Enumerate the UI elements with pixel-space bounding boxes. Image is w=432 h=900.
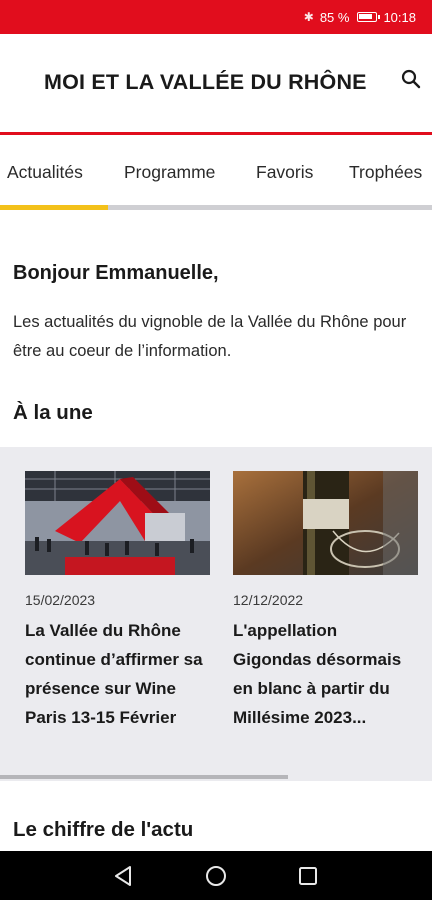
- bluetooth-icon: ✱: [303, 10, 314, 24]
- intro-text: Les actualités du vignoble de la Vallée …: [13, 313, 407, 360]
- news-carousel[interactable]: 15/02/2023 La Vallée du Rhône continue d…: [0, 447, 432, 781]
- clock: 10:18: [383, 9, 416, 25]
- trade-fair-stand-photo: [25, 471, 210, 575]
- system-nav-bar: [0, 851, 432, 900]
- tab-active-indicator: [0, 205, 108, 210]
- tab-favoris[interactable]: Favoris: [256, 162, 313, 183]
- battery-icon: [357, 12, 381, 22]
- article-date: 15/02/2023: [25, 592, 96, 608]
- article-title[interactable]: La Vallée du Rhône continue d’affirmer s…: [25, 616, 210, 732]
- search-icon[interactable]: [400, 68, 422, 90]
- status-bar: ✱ 85 % 10:18: [0, 0, 432, 34]
- tab-actualites[interactable]: Actualités: [7, 162, 83, 183]
- section-title-a-la-une: À la une: [13, 401, 93, 424]
- news-card[interactable]: 12/12/2022 L'appellation Gigondas désorm…: [233, 471, 418, 732]
- tab-bar: Actualités Programme Favoris Trophées: [0, 135, 432, 211]
- battery-percent: 85 %: [319, 9, 350, 25]
- tab-programme[interactable]: Programme: [124, 162, 215, 183]
- carousel-scrollbar[interactable]: [0, 775, 288, 779]
- recents-icon[interactable]: [296, 864, 320, 888]
- section-title-chiffre: Le chiffre de l'actu: [13, 818, 194, 841]
- tab-trophees[interactable]: Trophées: [349, 162, 422, 183]
- news-card[interactable]: 15/02/2023 La Vallée du Rhône continue d…: [25, 471, 210, 732]
- article-title[interactable]: L'appellation Gigondas désormais en blan…: [233, 616, 418, 732]
- app-title: MOI ET LA VALLÉE DU RHÔNE: [44, 70, 367, 94]
- back-icon[interactable]: [112, 864, 136, 888]
- home-icon[interactable]: [204, 864, 228, 888]
- app-header: MOI ET LA VALLÉE DU RHÔNE: [0, 34, 432, 132]
- article-date: 12/12/2022: [233, 592, 304, 608]
- greeting: Bonjour Emmanuelle,: [13, 262, 219, 284]
- wine-bottle-glass-photo: [233, 471, 418, 575]
